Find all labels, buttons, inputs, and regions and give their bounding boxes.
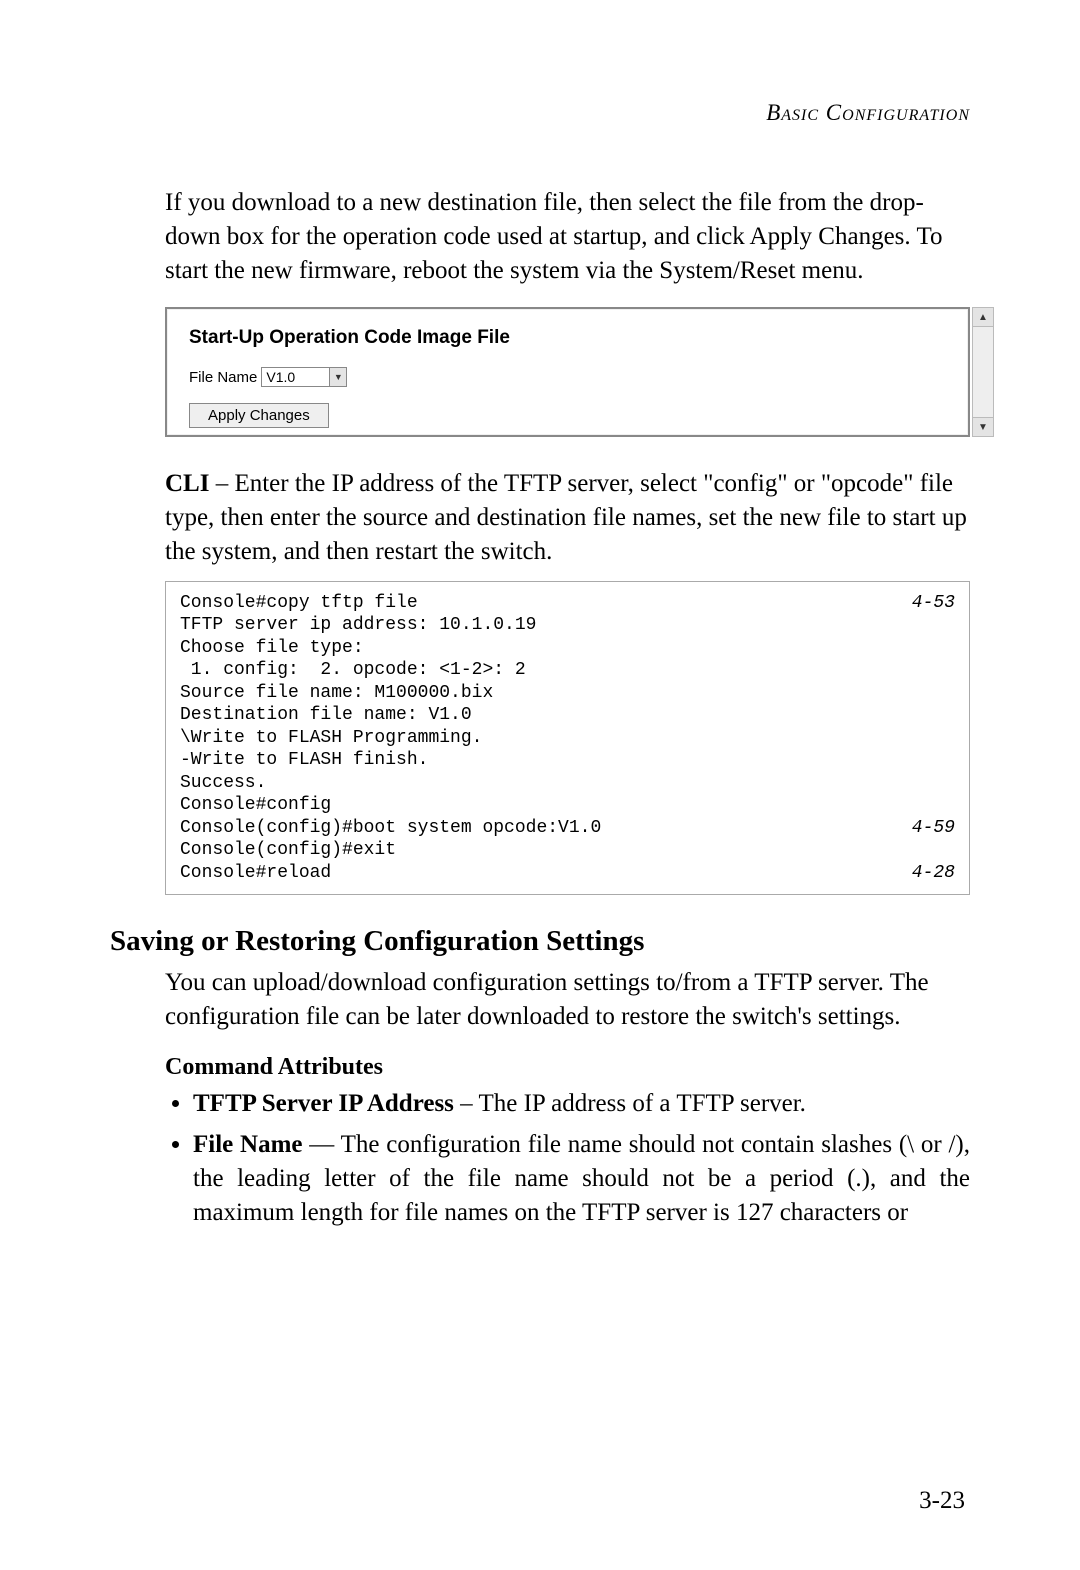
- intro-paragraph: If you download to a new destination fil…: [165, 186, 970, 287]
- scroll-down-icon[interactable]: ▼: [973, 417, 993, 436]
- file-name-select[interactable]: V1.0 ▼: [261, 367, 347, 387]
- page-number: 3-23: [919, 1487, 965, 1515]
- attr-desc: — The configuration file name should not…: [193, 1131, 970, 1226]
- list-item: TFTP Server IP Address – The IP address …: [193, 1087, 970, 1121]
- code-page-ref: 4-28: [912, 862, 955, 885]
- code-line: Console#config: [180, 794, 955, 817]
- code-line: Source file name: M100000.bix: [180, 682, 955, 705]
- scroll-up-icon[interactable]: ▲: [973, 308, 993, 327]
- code-line: Choose file type:: [180, 637, 955, 660]
- attr-name: TFTP Server IP Address: [193, 1090, 454, 1117]
- code-page-ref: 4-53: [912, 592, 955, 615]
- code-line: -Write to FLASH finish.: [180, 749, 955, 772]
- startup-panel: Start-Up Operation Code Image File File …: [165, 307, 970, 437]
- cli-code-block: Console#copy tftp file4-53TFTP server ip…: [165, 581, 970, 896]
- code-line: TFTP server ip address: 10.1.0.19: [180, 614, 955, 637]
- list-item: File Name — The configuration file name …: [193, 1128, 970, 1229]
- attr-desc: – The IP address of a TFTP server.: [454, 1090, 806, 1117]
- code-page-ref: 4-59: [912, 817, 955, 840]
- cli-text: – Enter the IP address of the TFTP serve…: [165, 470, 967, 565]
- code-line: Console(config)#exit: [180, 839, 955, 862]
- cli-label: CLI: [165, 470, 209, 497]
- code-line: Console#reload4-28: [180, 862, 955, 885]
- panel-scrollbar[interactable]: ▲ ▼: [972, 307, 994, 437]
- cli-paragraph: CLI – Enter the IP address of the TFTP s…: [165, 467, 970, 568]
- command-attributes-heading: Command Attributes: [165, 1054, 970, 1081]
- attr-name: File Name: [193, 1131, 303, 1158]
- code-line: \Write to FLASH Programming.: [180, 727, 955, 750]
- command-attributes-list: TFTP Server IP Address – The IP address …: [165, 1087, 970, 1230]
- panel-title: Start-Up Operation Code Image File: [189, 327, 946, 349]
- code-line: Console#copy tftp file4-53: [180, 592, 955, 615]
- section-heading: Saving or Restoring Configuration Settin…: [110, 925, 970, 958]
- code-line: Console(config)#boot system opcode:V1.04…: [180, 817, 955, 840]
- section-paragraph: You can upload/download configuration se…: [165, 966, 970, 1034]
- chevron-down-icon[interactable]: ▼: [329, 368, 346, 386]
- code-line: 1. config: 2. opcode: <1-2>: 2: [180, 659, 955, 682]
- code-line: Success.: [180, 772, 955, 795]
- page-header: Basic Configuration: [110, 100, 970, 126]
- file-name-label: File Name: [189, 369, 257, 386]
- code-line: Destination file name: V1.0: [180, 704, 955, 727]
- file-name-value: V1.0: [266, 369, 295, 385]
- apply-changes-button[interactable]: Apply Changes: [189, 403, 329, 428]
